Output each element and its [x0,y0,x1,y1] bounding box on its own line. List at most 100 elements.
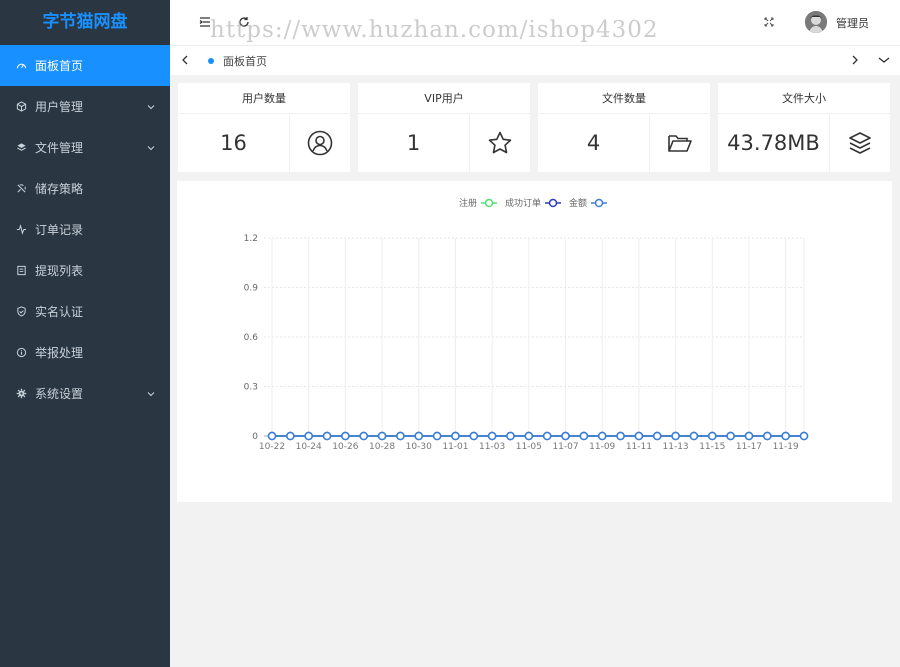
data-point [799,431,809,441]
legend-marker [594,198,604,208]
data-point [506,431,515,441]
x-tick-label: 10-22 [259,442,285,452]
chevron-down-icon [146,142,156,152]
layers-icon [830,114,890,172]
data-point [561,431,570,441]
legend-marker [484,198,494,208]
data-point [286,431,295,441]
data-point [579,431,589,441]
stat-card-vip: VIP用户 1 [358,83,530,172]
tabs-next-icon[interactable] [848,53,862,67]
sidebar-item-7[interactable]: 实名认证 [0,291,170,332]
stat-value: 16 [178,114,290,172]
tabs-prev-icon[interactable] [178,53,192,67]
dashboard-icon [15,60,27,72]
stat-card-files: 文件数量 4 [538,83,710,172]
pulse-icon [15,224,27,236]
sidebar-menu: 面板首页用户管理文件管理储存策略订单记录 提现列表实名认证举报处理系统设置 [0,45,170,414]
data-point [744,431,754,441]
stat-value: 1 [358,114,470,172]
avatar[interactable] [805,11,827,33]
sidebar-item-label: 面板首页 [35,59,84,73]
data-point [726,431,735,441]
chevron-down-icon [146,101,156,111]
legend-label: 成功订单 [505,197,541,209]
data-point [304,431,313,441]
x-tick-label: 11-15 [699,442,725,452]
x-tick-label: 10-30 [406,442,432,452]
sidebar: 字节猫网盘 面板首页 用户管理 文件管理 储存策略 订单记录 提现列表 实名认证 举报处理 系统… [0,0,170,667]
legend-label: 注册 [459,197,477,209]
sidebar-item-8[interactable]: 举报处理 [0,332,170,373]
y-tick-label: 0.3 [244,383,258,393]
sidebar-item-3[interactable]: 文件管理 [0,127,170,168]
sidebar-item-label: 举报处理 [35,346,84,360]
refresh-icon[interactable] [236,14,252,30]
x-tick-label: 11-05 [516,442,542,452]
tab-dashboard[interactable]: 面板首页 [208,53,267,69]
x-tick-label: 11-11 [626,442,652,452]
y-tick-label: 0.6 [244,333,259,343]
tab-label: 面板首页 [223,55,267,68]
legend-label: 金额 [569,197,587,209]
sidebar-item-5[interactable]: 订单记录 [0,209,170,250]
x-tick-label: 11-09 [589,442,615,452]
info-icon [15,347,27,359]
sidebar-item-label: 文件管理 [35,141,84,155]
stat-title: 文件数量 [538,83,710,114]
stat-title: VIP用户 [358,83,530,114]
sidebar-item-1[interactable]: 面板首页 [0,45,170,86]
layers-icon [15,142,27,154]
sidebar-item-label: 实名认证 [35,305,84,319]
stat-title: 文件大小 [718,83,890,114]
data-point [763,431,772,441]
top-header: https://www.huzhan.com/ishop4302 管理员 [170,0,900,45]
sidebar-item-9[interactable]: 系统设置 [0,373,170,414]
data-point [597,431,607,441]
chart-panel: 0 0.3 0.6 0.9 1.2 10-22 10-24 10-26 10-28 10-30 11… [177,181,892,502]
x-tick-label: 11-17 [736,442,762,452]
x-tick-label: 11-03 [479,442,505,452]
gear-icon [15,388,27,400]
stat-value: 43.78MB [718,114,830,172]
x-tick-label: 11-19 [773,442,799,452]
data-point [322,431,332,441]
list-icon [15,265,27,277]
username[interactable]: 管理员 [836,15,869,31]
data-point [616,431,625,441]
sidebar-item-label: 用户管理 [35,100,84,114]
line-chart: 0 0.3 0.6 0.9 1.2 10-22 10-24 10-26 10-28 10-30 11… [244,197,809,452]
policy-icon [15,183,27,195]
data-point [652,431,662,441]
menu-fold-icon[interactable] [197,14,213,30]
watermark-text: https://www.huzhan.com/ishop4302 [210,17,659,43]
sidebar-item-6[interactable]: 提现列表 [0,250,170,291]
y-tick-label: 1.2 [244,234,258,244]
x-tick-label: 10-28 [369,442,395,452]
data-point [671,431,680,441]
user-circle-icon [290,114,350,172]
x-tick-label: 10-26 [332,442,358,452]
data-point [708,431,717,441]
data-point [487,431,497,441]
data-point [451,431,460,441]
x-tick-label: 10-24 [296,442,322,452]
y-tick-label: 0.9 [244,284,259,294]
data-point [542,431,552,441]
sidebar-item-label: 储存策略 [35,182,84,196]
sidebar-item-4[interactable]: 储存策略 [0,168,170,209]
data-point [781,431,790,441]
x-tick-label: 11-01 [442,442,468,452]
tabs-bar: 面板首页 [170,45,900,75]
data-point [689,431,699,441]
sidebar-item-label: 系统设置 [35,387,84,401]
fullscreen-icon[interactable] [761,14,777,30]
sidebar-item-2[interactable]: 用户管理 [0,86,170,127]
data-point [524,431,534,441]
x-tick-label: 11-13 [663,442,689,452]
data-point [414,431,424,441]
data-point [396,431,405,441]
stat-value: 4 [538,114,650,172]
tabs-dropdown-icon[interactable] [877,53,891,67]
data-point [341,431,350,441]
